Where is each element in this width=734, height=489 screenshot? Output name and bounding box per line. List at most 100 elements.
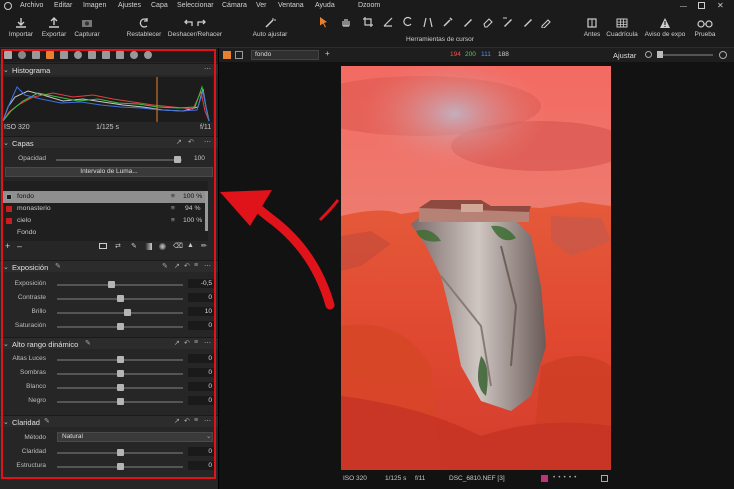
menu-archivo[interactable]: Archivo	[20, 2, 43, 9]
layer-settings-icon[interactable]: ≡	[171, 215, 175, 227]
clarity-header[interactable]: ⌄ Claridad ✎ ↗ ↶ ≡ ⋯	[0, 415, 218, 427]
exposure-slider-knob[interactable]	[108, 281, 116, 288]
color-tab-icon[interactable]	[46, 51, 54, 59]
mask-icon[interactable]	[99, 243, 107, 249]
adjustments-tab-icon[interactable]	[102, 51, 110, 59]
grid-button[interactable]: Cuadrícula	[604, 17, 640, 38]
reset-icon[interactable]: ↶	[184, 262, 190, 270]
copy-icon[interactable]: ↗	[176, 138, 182, 146]
shadows-slider-knob[interactable]	[116, 370, 124, 377]
fill-mask-icon[interactable]: ▲	[187, 242, 194, 249]
import-button[interactable]: Importar	[5, 17, 37, 38]
single-view-icon[interactable]	[223, 51, 231, 59]
black-value[interactable]: 0	[188, 396, 214, 405]
add-layer-icon[interactable]: +	[5, 241, 10, 251]
more-icon[interactable]: ⋯	[204, 339, 211, 347]
pencil-icon[interactable]: ✎	[55, 262, 61, 270]
layer-row-fondo[interactable]: fondo ≡ 100 %	[3, 191, 208, 203]
exposure-slider[interactable]	[57, 281, 183, 288]
presets-icon[interactable]: ≡	[194, 339, 198, 346]
select-cursor-icon[interactable]	[318, 16, 332, 28]
presets-icon[interactable]: ≡	[194, 417, 198, 424]
exposure-warning-button[interactable]: Aviso de expo	[642, 17, 688, 38]
contrast-slider[interactable]	[57, 295, 183, 302]
annotate-tool-icon[interactable]	[540, 16, 554, 29]
gradient-mask-icon[interactable]	[502, 16, 516, 28]
swap-icon[interactable]: ⇄	[115, 242, 121, 250]
layer-row-monasterio[interactable]: monasterio ≡ 94 %	[3, 203, 208, 215]
close-icon[interactable]: ✕	[717, 1, 724, 10]
opacity-slider[interactable]	[56, 156, 182, 163]
export-button[interactable]: Exportar	[38, 17, 70, 38]
black-slider[interactable]	[57, 398, 183, 405]
structure-slider[interactable]	[57, 463, 183, 470]
saturation-value[interactable]: 0	[188, 321, 214, 330]
more-icon[interactable]: ⋯	[204, 417, 211, 425]
method-select[interactable]: Natural ⌄	[57, 432, 213, 442]
rotate-tool-icon[interactable]	[402, 16, 416, 28]
capture-tab-icon[interactable]	[18, 51, 26, 59]
crop-tool-icon[interactable]	[362, 16, 376, 28]
layer-select[interactable]: fondo	[251, 50, 319, 60]
copy-icon[interactable]: ↗	[174, 262, 180, 270]
clarity-value[interactable]: 0	[188, 447, 214, 456]
details-tab-icon[interactable]	[88, 51, 96, 59]
heal-tool-icon[interactable]	[522, 16, 536, 28]
white-value[interactable]: 0	[188, 382, 214, 391]
menu-seleccionar[interactable]: Seleccionar	[177, 2, 214, 9]
highlights-slider[interactable]	[57, 356, 183, 363]
keystone-tool-icon[interactable]	[422, 16, 436, 28]
exposure-value[interactable]: -0,5	[188, 279, 214, 288]
pencil-icon[interactable]: ✎	[85, 339, 91, 347]
refine-mask-icon[interactable]: ✏	[201, 242, 207, 250]
highlights-value[interactable]: 0	[188, 354, 214, 363]
adjust-label[interactable]: Ajustar	[613, 51, 636, 60]
brightness-slider[interactable]	[57, 309, 183, 316]
zoom-in-icon[interactable]	[719, 51, 727, 59]
black-slider-knob[interactable]	[116, 398, 124, 405]
more-icon[interactable]: ⋯	[204, 138, 211, 146]
layers-header[interactable]: ⌄ Capas ↗ ↶ ⋯	[0, 136, 218, 148]
pan-tool-icon[interactable]	[340, 16, 354, 28]
menu-ver[interactable]: Ver	[256, 2, 267, 9]
zoom-slider-knob[interactable]	[657, 51, 663, 58]
brightness-value[interactable]: 10	[188, 307, 214, 316]
copy-icon[interactable]: ↗	[174, 339, 180, 347]
copy-icon[interactable]: ↗	[174, 417, 180, 425]
photo-preview[interactable]	[341, 66, 611, 470]
folder-tab-icon[interactable]	[4, 51, 12, 59]
menu-ventana[interactable]: Ventana	[278, 2, 304, 9]
straighten-tool-icon[interactable]	[382, 16, 396, 28]
capture-button[interactable]: Capturar	[71, 17, 103, 38]
brush-tool-icon[interactable]	[462, 16, 476, 28]
multi-view-icon[interactable]	[235, 51, 243, 59]
add-layer-viewer-icon[interactable]: +	[325, 49, 330, 58]
layer-visibility-checkbox[interactable]	[6, 218, 12, 224]
opacity-slider-knob[interactable]	[174, 156, 181, 163]
structure-value[interactable]: 0	[188, 461, 214, 470]
contrast-value[interactable]: 0	[188, 293, 214, 302]
eraser-icon[interactable]: ⌫	[173, 242, 183, 250]
menu-camara[interactable]: Cámara	[222, 2, 247, 9]
zoom-out-icon[interactable]	[645, 51, 652, 58]
layer-settings-icon[interactable]: ≡	[171, 203, 175, 215]
menu-ayuda[interactable]: Ayuda	[315, 2, 335, 9]
menu-imagen[interactable]: Imagen	[83, 2, 106, 9]
highlights-slider-knob[interactable]	[116, 356, 124, 363]
remove-layer-icon[interactable]: –	[17, 241, 22, 251]
layer-row-cielo[interactable]: cielo ≡ 100 %	[3, 215, 208, 227]
layer-visibility-checkbox[interactable]	[6, 206, 12, 212]
white-slider[interactable]	[57, 384, 183, 391]
brush-mask-icon[interactable]: ✎	[131, 242, 137, 250]
structure-slider-knob[interactable]	[116, 463, 124, 470]
metadata-tab-icon[interactable]	[116, 51, 124, 59]
clarity-slider[interactable]	[57, 449, 183, 456]
shadows-value[interactable]: 0	[188, 368, 214, 377]
contrast-slider-knob[interactable]	[116, 295, 124, 302]
info-tab-icon[interactable]	[130, 51, 138, 59]
color-tag-icon[interactable]	[541, 475, 548, 482]
clarity-slider-knob[interactable]	[116, 449, 124, 456]
hdr-header[interactable]: ⌄ Alto rango dinámico ✎ ↗ ↶ ≡ ⋯	[0, 337, 218, 349]
menu-ajustes[interactable]: Ajustes	[118, 2, 141, 9]
layer-visibility-checkbox[interactable]	[6, 194, 12, 200]
